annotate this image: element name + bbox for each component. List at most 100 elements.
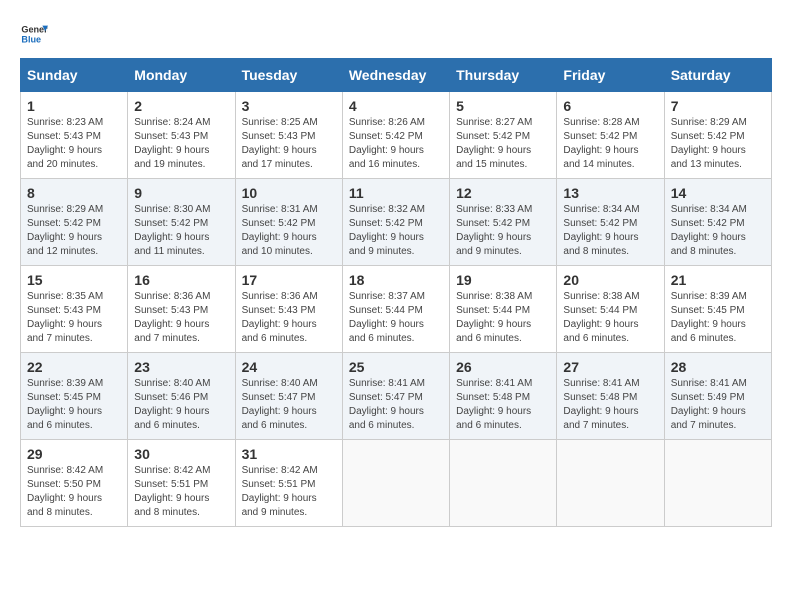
calendar-cell: 18 Sunrise: 8:37 AMSunset: 5:44 PMDayligh… xyxy=(342,266,449,353)
day-number: 6 xyxy=(563,98,657,114)
calendar-cell: 15 Sunrise: 8:35 AMSunset: 5:43 PMDayligh… xyxy=(21,266,128,353)
day-info: Sunrise: 8:23 AMSunset: 5:43 PMDaylight:… xyxy=(27,116,121,172)
day-number: 8 xyxy=(27,185,121,201)
day-number: 14 xyxy=(671,185,765,201)
day-number: 17 xyxy=(242,272,336,288)
day-number: 1 xyxy=(27,98,121,114)
day-info: Sunrise: 8:39 AMSunset: 5:45 PMDaylight:… xyxy=(27,377,121,433)
svg-text:Blue: Blue xyxy=(21,34,41,44)
calendar-header-wednesday: Wednesday xyxy=(342,59,449,92)
day-info: Sunrise: 8:27 AMSunset: 5:42 PMDaylight:… xyxy=(456,116,550,172)
day-number: 26 xyxy=(456,359,550,375)
day-number: 3 xyxy=(242,98,336,114)
calendar-cell: 2 Sunrise: 8:24 AMSunset: 5:43 PMDaylight… xyxy=(128,92,235,179)
day-info: Sunrise: 8:34 AMSunset: 5:42 PMDaylight:… xyxy=(563,203,657,259)
day-info: Sunrise: 8:25 AMSunset: 5:43 PMDaylight:… xyxy=(242,116,336,172)
calendar-week-row: 8 Sunrise: 8:29 AMSunset: 5:42 PMDaylight… xyxy=(21,179,772,266)
day-info: Sunrise: 8:35 AMSunset: 5:43 PMDaylight:… xyxy=(27,290,121,346)
day-info: Sunrise: 8:29 AMSunset: 5:42 PMDaylight:… xyxy=(27,203,121,259)
calendar-cell: 19Sunrise: 8:38 AMSunset: 5:44 PMDayligh… xyxy=(450,266,557,353)
calendar-cell: 27Sunrise: 8:41 AMSunset: 5:48 PMDayligh… xyxy=(557,353,664,440)
calendar-cell: 26 Sunrise: 8:41 AMSunset: 5:48 PMDayligh… xyxy=(450,353,557,440)
calendar-week-row: 1 Sunrise: 8:23 AMSunset: 5:43 PMDaylight… xyxy=(21,92,772,179)
day-info: Sunrise: 8:36 AMSunset: 5:43 PMDaylight:… xyxy=(242,290,336,346)
calendar-header-row: SundayMondayTuesdayWednesdayThursdayFrid… xyxy=(21,59,772,92)
day-info: Sunrise: 8:41 AMSunset: 5:47 PMDaylight:… xyxy=(349,377,443,433)
calendar-week-row: 15 Sunrise: 8:35 AMSunset: 5:43 PMDayligh… xyxy=(21,266,772,353)
day-number: 31 xyxy=(242,446,336,462)
calendar-header-saturday: Saturday xyxy=(664,59,771,92)
day-number: 22 xyxy=(27,359,121,375)
calendar-header-tuesday: Tuesday xyxy=(235,59,342,92)
day-info: Sunrise: 8:31 AMSunset: 5:42 PMDaylight:… xyxy=(242,203,336,259)
calendar-cell: 24 Sunrise: 8:40 AMSunset: 5:47 PMDayligh… xyxy=(235,353,342,440)
calendar-cell: 11 Sunrise: 8:32 AMSunset: 5:42 PMDayligh… xyxy=(342,179,449,266)
day-number: 5 xyxy=(456,98,550,114)
header: General Blue xyxy=(20,20,772,48)
day-number: 12 xyxy=(456,185,550,201)
calendar-cell: 21 Sunrise: 8:39 AMSunset: 5:45 PMDayligh… xyxy=(664,266,771,353)
day-number: 11 xyxy=(349,185,443,201)
day-info: Sunrise: 8:41 AMSunset: 5:48 PMDaylight:… xyxy=(456,377,550,433)
day-info: Sunrise: 8:30 AMSunset: 5:42 PMDaylight:… xyxy=(134,203,228,259)
calendar-cell: 17 Sunrise: 8:36 AMSunset: 5:43 PMDayligh… xyxy=(235,266,342,353)
calendar-week-row: 22 Sunrise: 8:39 AMSunset: 5:45 PMDayligh… xyxy=(21,353,772,440)
logo-icon: General Blue xyxy=(20,20,48,48)
calendar-table: SundayMondayTuesdayWednesdayThursdayFrid… xyxy=(20,58,772,527)
calendar-header-sunday: Sunday xyxy=(21,59,128,92)
day-number: 15 xyxy=(27,272,121,288)
calendar-cell: 6Sunrise: 8:28 AMSunset: 5:42 PMDaylight… xyxy=(557,92,664,179)
calendar-cell: 23Sunrise: 8:40 AMSunset: 5:46 PMDayligh… xyxy=(128,353,235,440)
day-info: Sunrise: 8:41 AMSunset: 5:48 PMDaylight:… xyxy=(563,377,657,433)
calendar-cell: 25 Sunrise: 8:41 AMSunset: 5:47 PMDayligh… xyxy=(342,353,449,440)
calendar-header-thursday: Thursday xyxy=(450,59,557,92)
calendar-cell: 10Sunrise: 8:31 AMSunset: 5:42 PMDayligh… xyxy=(235,179,342,266)
day-number: 2 xyxy=(134,98,228,114)
calendar-cell: 12 Sunrise: 8:33 AMSunset: 5:42 PMDayligh… xyxy=(450,179,557,266)
day-info: Sunrise: 8:33 AMSunset: 5:42 PMDaylight:… xyxy=(456,203,550,259)
day-info: Sunrise: 8:38 AMSunset: 5:44 PMDaylight:… xyxy=(456,290,550,346)
calendar-cell: 9 Sunrise: 8:30 AMSunset: 5:42 PMDaylight… xyxy=(128,179,235,266)
calendar-cell: 20Sunrise: 8:38 AMSunset: 5:44 PMDayligh… xyxy=(557,266,664,353)
calendar-cell: 28Sunrise: 8:41 AMSunset: 5:49 PMDayligh… xyxy=(664,353,771,440)
day-info: Sunrise: 8:37 AMSunset: 5:44 PMDaylight:… xyxy=(349,290,443,346)
calendar-cell: 5 Sunrise: 8:27 AMSunset: 5:42 PMDaylight… xyxy=(450,92,557,179)
day-info: Sunrise: 8:29 AMSunset: 5:42 PMDaylight:… xyxy=(671,116,765,172)
day-info: Sunrise: 8:32 AMSunset: 5:42 PMDaylight:… xyxy=(349,203,443,259)
calendar-cell: 8 Sunrise: 8:29 AMSunset: 5:42 PMDaylight… xyxy=(21,179,128,266)
calendar-cell: 7 Sunrise: 8:29 AMSunset: 5:42 PMDaylight… xyxy=(664,92,771,179)
day-number: 9 xyxy=(134,185,228,201)
calendar-cell: 30 Sunrise: 8:42 AMSunset: 5:51 PMDayligh… xyxy=(128,440,235,527)
day-info: Sunrise: 8:24 AMSunset: 5:43 PMDaylight:… xyxy=(134,116,228,172)
day-number: 24 xyxy=(242,359,336,375)
day-number: 30 xyxy=(134,446,228,462)
calendar-cell xyxy=(342,440,449,527)
day-info: Sunrise: 8:39 AMSunset: 5:45 PMDaylight:… xyxy=(671,290,765,346)
calendar-header-monday: Monday xyxy=(128,59,235,92)
day-number: 7 xyxy=(671,98,765,114)
day-info: Sunrise: 8:42 AMSunset: 5:51 PMDaylight:… xyxy=(242,464,336,520)
calendar-cell: 13 Sunrise: 8:34 AMSunset: 5:42 PMDayligh… xyxy=(557,179,664,266)
calendar-cell: 22 Sunrise: 8:39 AMSunset: 5:45 PMDayligh… xyxy=(21,353,128,440)
calendar-cell: 14Sunrise: 8:34 AMSunset: 5:42 PMDayligh… xyxy=(664,179,771,266)
calendar-cell: 29 Sunrise: 8:42 AMSunset: 5:50 PMDayligh… xyxy=(21,440,128,527)
day-number: 18 xyxy=(349,272,443,288)
day-info: Sunrise: 8:40 AMSunset: 5:47 PMDaylight:… xyxy=(242,377,336,433)
calendar-cell xyxy=(557,440,664,527)
day-info: Sunrise: 8:42 AMSunset: 5:50 PMDaylight:… xyxy=(27,464,121,520)
day-number: 21 xyxy=(671,272,765,288)
calendar-week-row: 29 Sunrise: 8:42 AMSunset: 5:50 PMDayligh… xyxy=(21,440,772,527)
calendar-cell: 4Sunrise: 8:26 AMSunset: 5:42 PMDaylight… xyxy=(342,92,449,179)
day-info: Sunrise: 8:40 AMSunset: 5:46 PMDaylight:… xyxy=(134,377,228,433)
calendar-cell: 1 Sunrise: 8:23 AMSunset: 5:43 PMDaylight… xyxy=(21,92,128,179)
day-number: 25 xyxy=(349,359,443,375)
day-number: 29 xyxy=(27,446,121,462)
day-info: Sunrise: 8:42 AMSunset: 5:51 PMDaylight:… xyxy=(134,464,228,520)
day-number: 16 xyxy=(134,272,228,288)
day-number: 20 xyxy=(563,272,657,288)
calendar-header-friday: Friday xyxy=(557,59,664,92)
logo: General Blue xyxy=(20,20,48,48)
calendar-cell: 31 Sunrise: 8:42 AMSunset: 5:51 PMDayligh… xyxy=(235,440,342,527)
day-number: 13 xyxy=(563,185,657,201)
calendar-body: 1 Sunrise: 8:23 AMSunset: 5:43 PMDaylight… xyxy=(21,92,772,527)
